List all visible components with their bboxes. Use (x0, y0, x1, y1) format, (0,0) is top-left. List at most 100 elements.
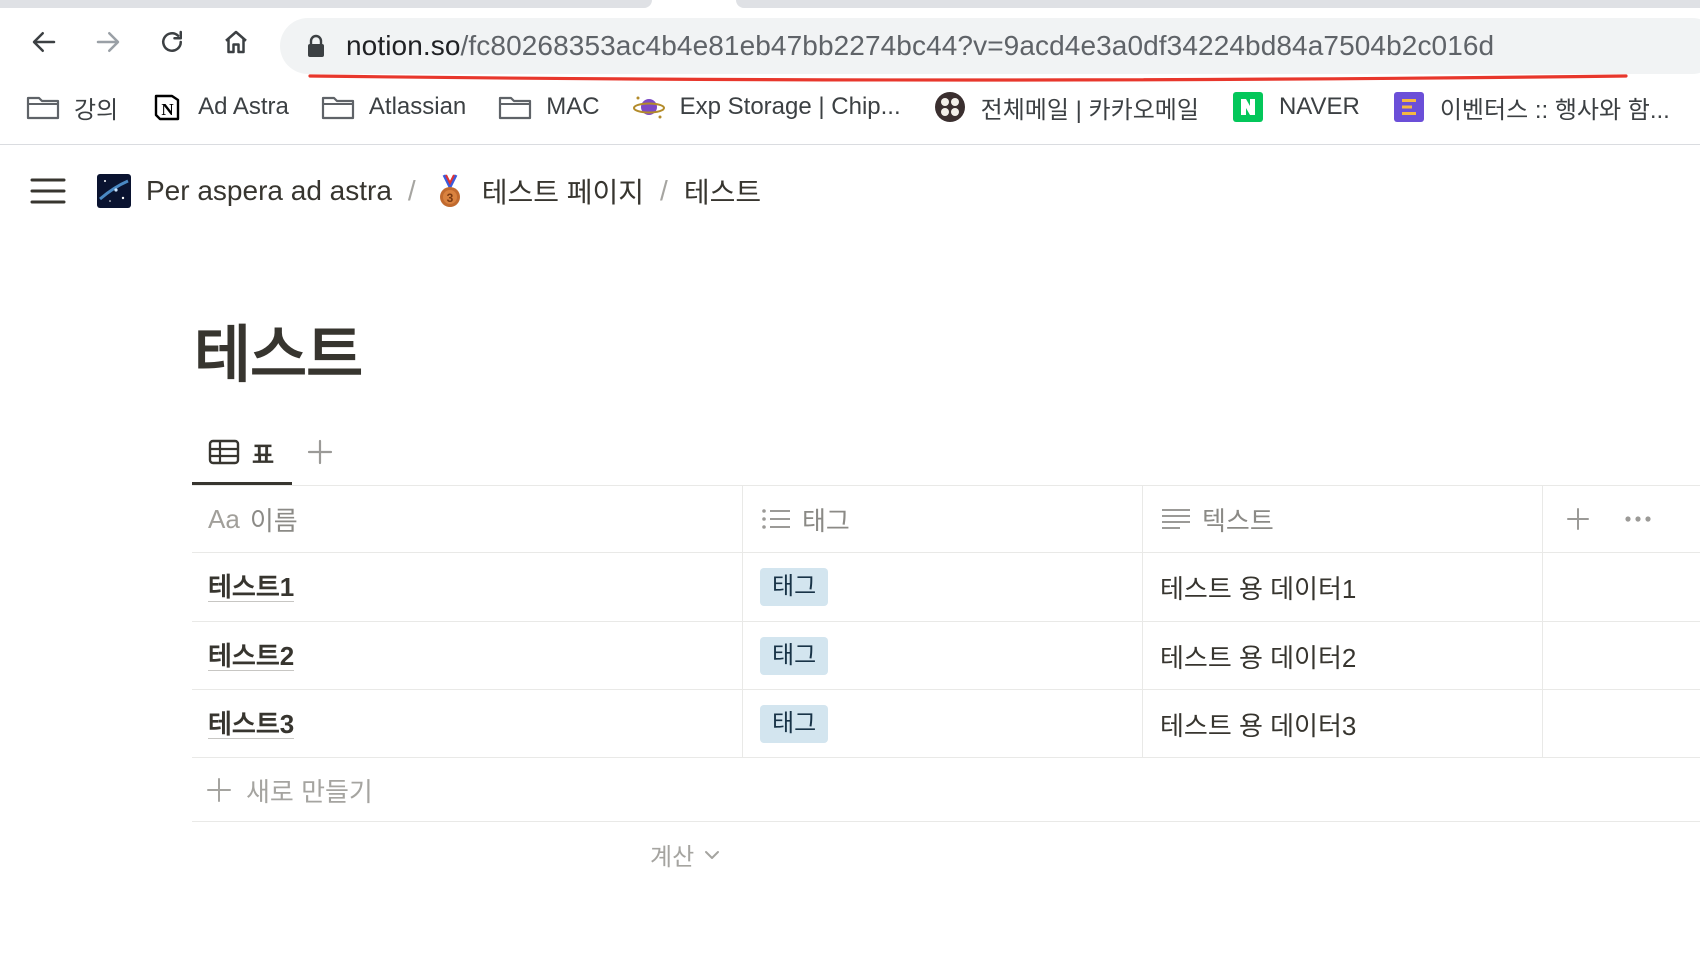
database-view-tabs: 표 (192, 420, 1700, 485)
bookmark-label: 전체메일 | 카카오메일 (980, 96, 1199, 124)
bookmark-folder-mac[interactable]: MAC (498, 86, 600, 128)
cell-tag[interactable]: 태그 (760, 553, 829, 621)
tab-table-view[interactable]: 표 (192, 420, 292, 484)
new-row-button[interactable]: 새로 만들기 (192, 758, 1700, 822)
sidebar-toggle-button[interactable] (28, 174, 68, 208)
cell-text[interactable]: 테스트 용 데이터2 (1160, 622, 1356, 690)
bookmark-exp-storage[interactable]: Exp Storage | Chip... (632, 86, 901, 128)
cell-tag[interactable]: 태그 (760, 622, 829, 690)
home-button[interactable] (214, 20, 258, 64)
calculate-dropdown[interactable]: 계산 (650, 837, 720, 872)
svg-text:3: 3 (446, 191, 453, 205)
bookmark-ad-astra[interactable]: N Ad Astra (150, 86, 289, 128)
text-property-icon (1160, 505, 1192, 533)
galaxy-thumbnail-icon (96, 173, 132, 209)
row-text: 테스트 용 데이터2 (1160, 642, 1357, 673)
calculate-label: 계산 (650, 844, 695, 871)
bookmark-naver[interactable]: NAVER (1231, 86, 1360, 128)
back-button[interactable] (22, 20, 66, 64)
red-annotation-underline (308, 74, 1628, 82)
cell-name[interactable]: 테스트2 (208, 622, 295, 690)
column-header-label: 이름 (249, 505, 298, 536)
tag-badge[interactable]: 태그 (760, 637, 829, 675)
new-row-label: 새로 만들기 (246, 776, 373, 807)
column-header-tag[interactable]: 태그 (760, 485, 1140, 553)
tab-inactive[interactable] (0, 0, 652, 8)
multi-select-icon (760, 505, 792, 533)
tag-badge[interactable]: 태그 (760, 705, 829, 743)
notion-topbar: Per aspera ad astra / 3 테스트 페이지 / 테스트 (0, 160, 1700, 222)
browser-toolbar: notion.so/fc80268353ac4b4e81eb47bb2274bc… (0, 8, 1700, 82)
reload-icon (162, 30, 182, 52)
tab-strip (0, 0, 1700, 8)
column-header-name[interactable]: Aa 이름 (208, 485, 738, 553)
forward-button[interactable] (86, 20, 130, 64)
eventus-icon (1392, 92, 1426, 122)
column-header-text[interactable]: 텍스트 (1160, 485, 1540, 553)
cell-name[interactable]: 테스트3 (208, 690, 295, 758)
tab-inactive[interactable] (736, 0, 1700, 8)
tag-badge[interactable]: 태그 (760, 568, 829, 606)
plus-icon (307, 439, 333, 465)
row-name[interactable]: 테스트3 (208, 710, 295, 739)
title-property-icon: Aa (208, 503, 240, 534)
plus-icon (1567, 508, 1589, 530)
more-options-button[interactable] (1618, 499, 1658, 539)
planet-icon (632, 92, 666, 122)
cell-text[interactable]: 테스트 용 데이터1 (1160, 553, 1356, 621)
breadcrumb-item-test-page[interactable]: 3 테스트 페이지 (432, 171, 644, 211)
arrow-right-icon (96, 32, 120, 52)
breadcrumb-item-workspace[interactable]: Per aspera ad astra (96, 173, 392, 209)
table-icon (208, 439, 240, 465)
table-row[interactable]: 테스트2 태그 테스트 용 데이터2 (192, 622, 1700, 690)
table-row[interactable]: 테스트3 태그 테스트 용 데이터3 (192, 690, 1700, 758)
bookmark-label: NAVER (1278, 93, 1360, 120)
bookmark-folder-lectures[interactable]: 강의 (26, 86, 118, 128)
breadcrumb-label: 테스트 페이지 (481, 177, 645, 208)
url-path: /fc80268353ac4b4e81eb47bb2274bc44?v=9acd… (460, 30, 1495, 61)
bookmark-eventus[interactable]: 이벤터스 :: 행사와 함... (1392, 86, 1670, 128)
chevron-down-icon (705, 850, 720, 859)
hamburger-icon (30, 178, 66, 204)
folder-icon (26, 92, 60, 122)
breadcrumb-separator: / (407, 175, 416, 206)
naver-icon (1231, 92, 1265, 122)
cell-text[interactable]: 테스트 용 데이터3 (1160, 690, 1356, 758)
reload-button[interactable] (150, 20, 194, 64)
bookmark-kakao-mail[interactable]: 전체메일 | 카카오메일 (933, 86, 1199, 128)
svg-text:N: N (162, 100, 175, 119)
row-text: 테스트 용 데이터1 (1160, 573, 1357, 604)
table-row[interactable]: 테스트1 태그 테스트 용 데이터1 (192, 553, 1700, 621)
breadcrumb-separator: / (660, 175, 668, 206)
bookmark-folder-atlassian[interactable]: Atlassian (321, 86, 466, 128)
home-icon (225, 30, 247, 54)
plus-icon (207, 778, 231, 802)
row-name[interactable]: 테스트2 (208, 642, 295, 671)
bookmarks-bar: 강의 N Ad Astra Atlassian MAC Exp Storage … (0, 86, 1700, 128)
breadcrumb: Per aspera ad astra / 3 테스트 페이지 / 테스트 (96, 168, 761, 214)
bookmark-label: Atlassian (368, 93, 467, 120)
cell-tag[interactable]: 태그 (760, 690, 829, 758)
page-title[interactable]: 테스트 (194, 304, 363, 394)
lock-icon (308, 34, 324, 57)
row-name[interactable]: 테스트1 (208, 573, 295, 602)
bookmark-label: 강의 (74, 96, 119, 124)
arrow-left-icon (32, 32, 56, 52)
column-actions (1558, 485, 1658, 553)
tab-label: 표 (252, 441, 275, 469)
bronze-medal-icon: 3 (432, 173, 468, 209)
add-property-button[interactable] (1558, 499, 1598, 539)
breadcrumb-item-current[interactable]: 테스트 (684, 171, 761, 211)
url-text[interactable]: notion.so/fc80268353ac4b4e81eb47bb2274bc… (346, 30, 1494, 62)
column-header-label: 텍스트 (1202, 505, 1274, 536)
column-header-label: 태그 (802, 505, 850, 536)
bookmark-label: 이벤터스 :: 행사와 함... (1439, 96, 1670, 124)
address-bar[interactable]: notion.so/fc80268353ac4b4e81eb47bb2274bc… (280, 18, 1700, 74)
url-host: notion.so (346, 30, 461, 61)
add-view-button[interactable] (302, 434, 338, 470)
bookmark-label: MAC (546, 93, 600, 120)
breadcrumb-label: Per aspera ad astra (146, 175, 392, 206)
ellipsis-icon (1625, 516, 1651, 522)
folder-icon (498, 92, 532, 122)
cell-name[interactable]: 테스트1 (208, 553, 295, 621)
